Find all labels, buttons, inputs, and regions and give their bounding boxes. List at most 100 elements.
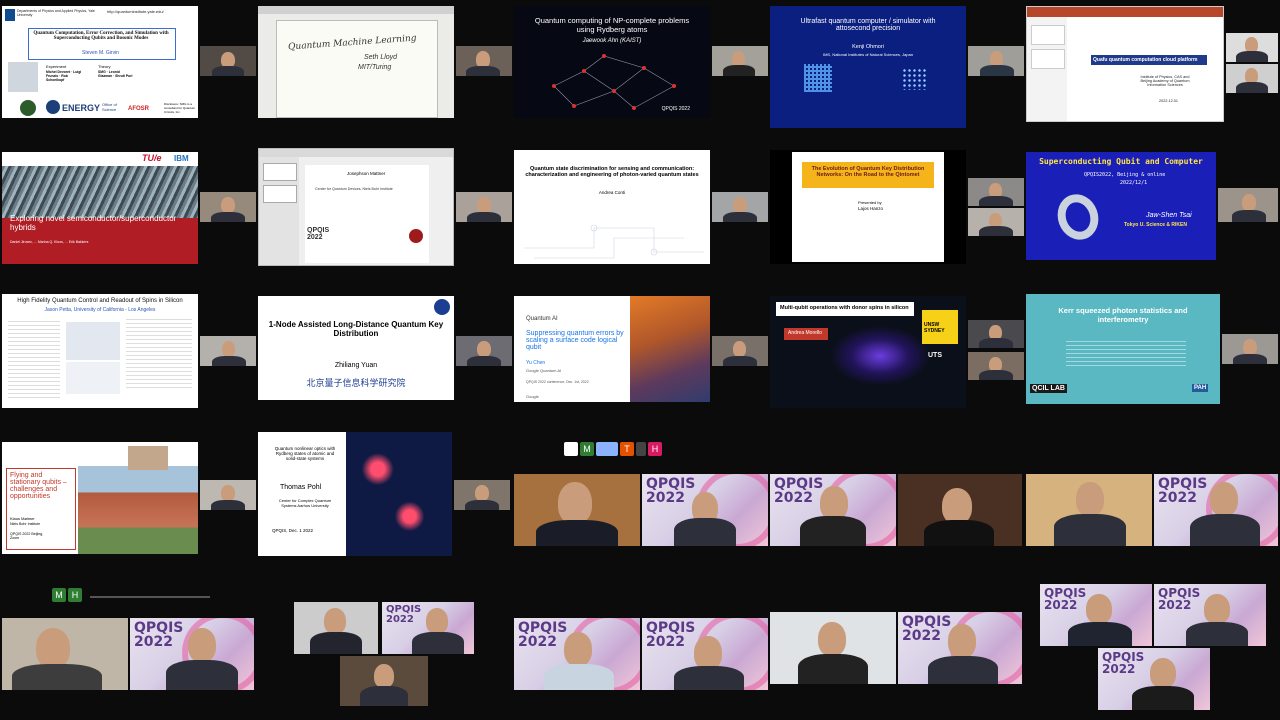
video-tile bbox=[968, 46, 1024, 76]
video-tile bbox=[454, 480, 510, 510]
video-tile bbox=[968, 320, 1024, 348]
date: 2022.12.01 bbox=[1159, 99, 1179, 103]
qpqis-video-tile: QPQIS 2022 bbox=[130, 618, 254, 690]
video-tile bbox=[200, 192, 256, 222]
qpqis-video-tile: QPQIS 2022 bbox=[898, 612, 1022, 684]
date: 2022/12/1 bbox=[1120, 180, 1148, 186]
slide-yuan: 1-Node Assisted Long-Distance Quantum Ke… bbox=[258, 296, 454, 400]
qubit-ring-icon bbox=[1051, 188, 1105, 246]
handwritten-name: Seth Lloyd bbox=[364, 54, 398, 61]
video-tile bbox=[1218, 188, 1278, 222]
slide-pohl: Quantum nonlinear optics with Rydberg st… bbox=[258, 432, 452, 556]
slide-molmer: Flying and stationary qubits – challenge… bbox=[2, 442, 198, 554]
slide-petta: High Fidelity Quantum Control and Readou… bbox=[2, 294, 198, 408]
video-tile bbox=[712, 192, 768, 222]
slide-title: Superconducting Qubit and Computer bbox=[1039, 157, 1203, 166]
video-tile bbox=[200, 336, 256, 366]
slide-whiteboard: Quantum Machine Learning Seth Lloyd MIT/… bbox=[258, 6, 454, 118]
aro-logo-icon bbox=[20, 100, 36, 116]
office-of-science: Office of Science bbox=[102, 102, 117, 112]
qpqis-video-tile: QPQIS 2022 bbox=[770, 474, 896, 546]
participant-chip[interactable]: T bbox=[620, 442, 634, 456]
slide-ohmori: Ultrafast quantum computer / simulator w… bbox=[770, 6, 966, 128]
video-tile bbox=[712, 336, 768, 366]
nanowire-image bbox=[2, 166, 198, 218]
google-logo: Google bbox=[526, 394, 539, 399]
energy-logo: ENERGY bbox=[62, 103, 101, 113]
author: Andrea Conti bbox=[598, 190, 626, 195]
participant-chip[interactable]: H bbox=[68, 588, 82, 602]
qpqis-video-tile: QPQIS 2022 bbox=[642, 474, 768, 546]
url-text: http://quantuminstitute.yale.edu/ bbox=[107, 9, 164, 14]
slide-title: Suppressing quantum errors by scaling a … bbox=[526, 330, 624, 351]
participant-chip[interactable]: M bbox=[580, 442, 594, 456]
video-tile bbox=[770, 612, 896, 684]
video-tile bbox=[456, 336, 512, 366]
video-tile bbox=[200, 480, 256, 510]
presenter: Lajos Hanzo bbox=[858, 206, 884, 211]
affiliation: Niels Bohr Institute bbox=[10, 522, 41, 526]
author: Jaewook Ahn (KAIST) bbox=[582, 38, 642, 44]
slide-title: Multi-qubit operations with donor spins … bbox=[780, 305, 909, 311]
authors: Daniel Jirovec, ... Marina Q. Kloos, ...… bbox=[10, 240, 89, 244]
atom-array-image bbox=[804, 64, 832, 92]
qcil-logo: QCIL LAB bbox=[1030, 384, 1067, 393]
author: Kenji Ohmori bbox=[852, 44, 884, 50]
slide-title: 1-Node Assisted Long-Distance Quantum Ke… bbox=[268, 320, 444, 338]
presented-by: Presented by bbox=[858, 200, 882, 205]
author: Steven M. Girvin bbox=[82, 50, 119, 56]
building-photo bbox=[78, 466, 198, 554]
video-tile bbox=[340, 656, 428, 706]
rydberg-illustration bbox=[346, 432, 452, 556]
video-tile bbox=[1226, 33, 1278, 62]
ibm-logo: IBM bbox=[174, 154, 189, 163]
slide-google: Quantum AI Suppressing quantum errors by… bbox=[514, 296, 710, 402]
qpqis-video-tile: QPQIS 2022 bbox=[642, 618, 768, 690]
qpqis-video-tile: QPQIS 2022 bbox=[1154, 474, 1278, 546]
dept-text: Departments of Physics and Applied Physi… bbox=[17, 9, 95, 17]
date: QPQIS, Dec. 1 2022 bbox=[272, 528, 314, 533]
video-tile bbox=[1226, 64, 1278, 93]
video-tile bbox=[968, 178, 1024, 206]
theory-label: Theory bbox=[98, 64, 111, 69]
speaker: Andrea Morello bbox=[788, 330, 822, 336]
video-tile bbox=[456, 192, 512, 222]
yale-logo-icon bbox=[5, 9, 15, 21]
circuit-background bbox=[524, 224, 704, 259]
doe-logo-icon bbox=[46, 100, 60, 114]
affiliation: IMS, National Institutes of Natural Scie… bbox=[822, 52, 914, 57]
event: QPQIS 2022 Beijing, Zoom bbox=[10, 532, 44, 540]
slide-title: Quantum nonlinear optics with Rydberg st… bbox=[274, 446, 336, 461]
university-seal-icon bbox=[409, 229, 423, 243]
video-tile bbox=[456, 46, 512, 76]
quantum-ai-logo: Quantum AI bbox=[526, 316, 558, 322]
slide-title: Flying and stationary qubits – challenge… bbox=[10, 472, 67, 500]
qpqis-video-tile: QPQIS 2022 bbox=[1040, 584, 1152, 646]
institute: Center for Quantum Devices, Niels Bohr I… bbox=[315, 187, 393, 191]
video-tile bbox=[898, 474, 1022, 546]
slide-quafu: Quafu quantum computation cloud platform… bbox=[1026, 6, 1224, 122]
baqis-logo-icon bbox=[434, 299, 450, 315]
disclosure: Disclosure: SMG is a consultant for Quan… bbox=[164, 102, 196, 114]
atom-array-image bbox=[902, 68, 926, 90]
event: QPQIS2022, Beijing & online bbox=[1084, 172, 1166, 178]
video-tile bbox=[968, 208, 1024, 236]
qpqis-video-tile: QPQIS 2022 bbox=[382, 602, 474, 654]
qpqis-video-tile: QPQIS 2022 bbox=[514, 618, 640, 690]
video-tile bbox=[1026, 474, 1152, 546]
slide-title: The Evolution of Quantum Key Distributio… bbox=[811, 166, 925, 178]
speaker-name: Josephson Mattner bbox=[347, 171, 386, 176]
author-affil: Google Quantum AI bbox=[526, 368, 562, 373]
photo-box bbox=[8, 62, 38, 92]
participant-chip[interactable]: M bbox=[52, 588, 66, 602]
participant-chip[interactable]: H bbox=[648, 442, 662, 456]
qpqis-video-tile: QPQIS 2022 bbox=[1154, 584, 1266, 646]
video-tile bbox=[294, 602, 378, 654]
affiliation: Center for Complex Quantum Systems Aarhu… bbox=[278, 498, 332, 508]
slide-title: High Fidelity Quantum Control and Readou… bbox=[17, 298, 183, 304]
slide-tsai: Superconducting Qubit and Computer QPQIS… bbox=[1026, 152, 1216, 260]
institute-cn: 北京量子信息科学研究院 bbox=[306, 379, 406, 389]
author: Thomas Pohl bbox=[280, 484, 322, 491]
participant-strip: M H bbox=[52, 588, 82, 604]
slide-morello: Multi-qubit operations with donor spins … bbox=[770, 296, 966, 408]
